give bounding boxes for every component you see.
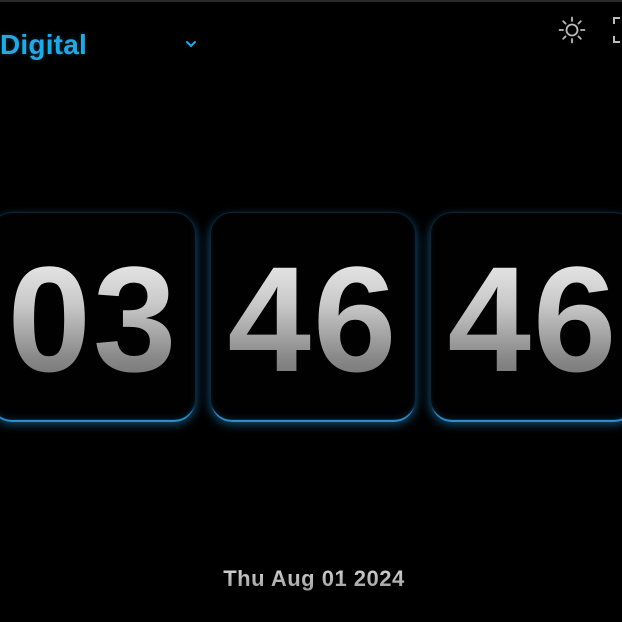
seconds-digits: 46 (447, 235, 619, 403)
clock-app: Digital 03 46 46 Thu Aug 01 2024 (0, 0, 622, 622)
minutes-digits: 46 (227, 235, 399, 403)
date-display: Thu Aug 01 2024 (0, 566, 622, 592)
minutes-tile: 46 (210, 212, 416, 420)
clock-mode-label: Digital (0, 29, 87, 60)
chevron-down-icon (186, 41, 196, 47)
hours-tile: 03 (0, 212, 196, 420)
fullscreen-icon[interactable] (612, 16, 622, 44)
top-border (0, 0, 622, 2)
clock-mode-dropdown[interactable]: Digital (0, 26, 200, 64)
hours-digits: 03 (7, 235, 179, 403)
sun-icon[interactable] (556, 14, 588, 46)
seconds-tile: 46 (430, 212, 622, 420)
